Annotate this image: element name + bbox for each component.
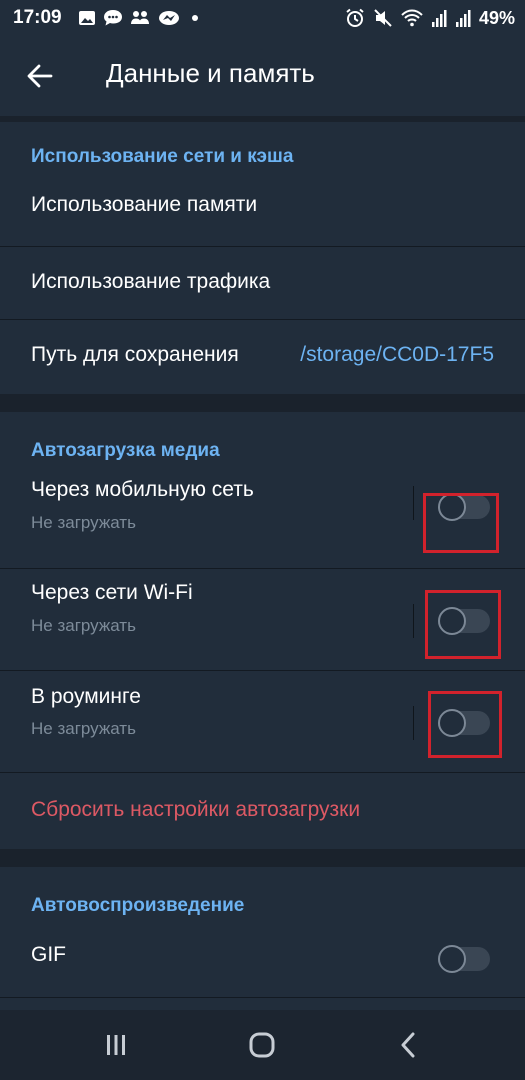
save-path-value: /storage/CC0D-17F5: [300, 343, 494, 366]
network-section: Использование сети и кэша Использование …: [0, 122, 525, 394]
section-header: Автозагрузка медиа: [31, 440, 220, 461]
row-label: GIF: [31, 943, 66, 966]
back-button[interactable]: [22, 58, 58, 94]
arrow-back-icon: [27, 64, 53, 88]
recent-apps-button[interactable]: [96, 1027, 136, 1063]
battery-level: 49%: [478, 7, 515, 28]
row-divider: [413, 604, 414, 638]
save-path-row[interactable]: Путь для сохранения /storage/CC0D-17F5: [0, 320, 525, 394]
row-label: Использование трафика: [31, 270, 271, 293]
back-nav-button[interactable]: [388, 1027, 428, 1063]
mute-icon: [374, 9, 392, 27]
recent-apps-icon: [107, 1035, 125, 1055]
system-navigation-bar: [0, 1010, 525, 1080]
dot-icon: [192, 15, 198, 21]
reset-autodownload-row[interactable]: Сбросить настройки автозагрузки: [0, 773, 525, 849]
gif-row[interactable]: GIF: [0, 923, 525, 998]
gif-toggle[interactable]: [438, 945, 490, 973]
signal-icon: [455, 10, 471, 27]
home-button[interactable]: [242, 1027, 282, 1063]
row-label: Через сети Wi-Fi: [31, 581, 193, 604]
reset-autodownload-button[interactable]: Сбросить настройки автозагрузки: [31, 798, 360, 822]
section-header: Автовоспроизведение: [31, 895, 245, 916]
row-label: Через мобильную сеть: [31, 478, 254, 501]
app-bar: Данные и память: [0, 36, 525, 116]
row-label: Путь для сохранения: [31, 343, 239, 366]
row-label: В роуминге: [31, 685, 141, 708]
page-title: Данные и память: [106, 58, 315, 88]
wifi-icon: [401, 9, 423, 27]
memory-usage-row[interactable]: Использование памяти: [0, 174, 525, 247]
row-divider: [413, 486, 414, 520]
highlight-box: [425, 590, 501, 659]
traffic-usage-row[interactable]: Использование трафика: [0, 247, 525, 320]
row-divider: [413, 706, 414, 740]
status-time: 17:09: [13, 7, 62, 28]
chevron-left-icon: [401, 1032, 415, 1058]
highlight-box: [428, 691, 502, 758]
status-bar: 17:09 49%: [0, 0, 525, 36]
section-header: Использование сети и кэша: [31, 146, 294, 167]
row-subtitle: Не загружать: [31, 513, 136, 532]
toggle-knob: [438, 945, 466, 973]
gallery-icon: [79, 11, 95, 25]
row-label: Использование памяти: [31, 193, 258, 216]
row-subtitle: Не загружать: [31, 719, 136, 738]
highlight-box: [423, 493, 499, 553]
notification-icons: [78, 6, 202, 30]
alarm-icon: [346, 8, 364, 27]
system-icons: 49%: [345, 5, 515, 31]
chat-bubble-icon: [104, 10, 122, 26]
row-subtitle: Не загружать: [31, 616, 136, 635]
messenger-icon: [159, 11, 179, 25]
signal-icon: [431, 10, 447, 27]
people-icon: [131, 11, 149, 24]
home-icon: [249, 1032, 275, 1058]
